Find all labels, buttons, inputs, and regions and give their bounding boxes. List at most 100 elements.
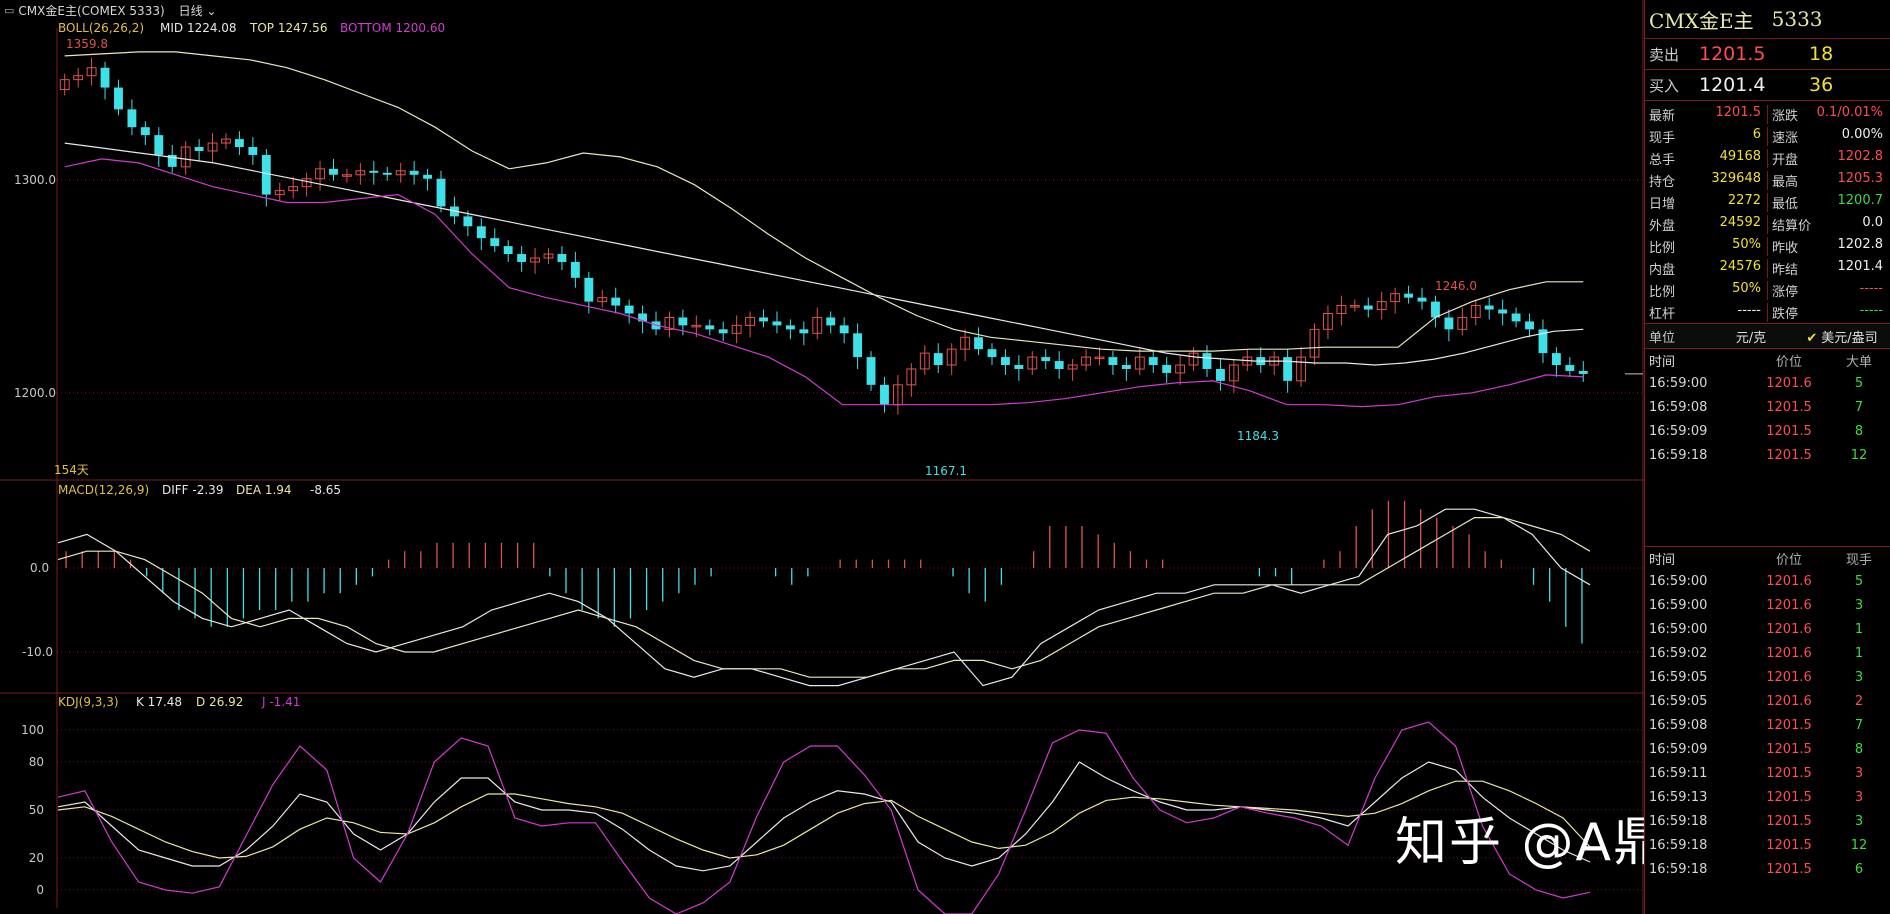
macd-dea-label: DEA 1.94 — [236, 483, 292, 497]
candle-down — [261, 154, 271, 195]
quote-stat-cell: 涨跌 0.1/0.01% — [1767, 104, 1889, 124]
candle-down — [799, 329, 809, 334]
candle-down — [1444, 317, 1454, 330]
boll-bottom-label: BOTTOM 1200.60 — [340, 21, 445, 35]
table-row[interactable]: 16:59:18 1201.5 3 — [1645, 809, 1890, 833]
row-price: 1201.5 — [1766, 447, 1812, 463]
buy-volume: 36 — [1809, 74, 1834, 96]
row-price: 1201.6 — [1766, 621, 1812, 637]
table-row[interactable]: 16:59:08 1201.5 7 — [1645, 713, 1890, 737]
stat-value: 0.00% — [1841, 126, 1883, 142]
candle-down — [463, 216, 473, 227]
candle-down — [1525, 321, 1534, 330]
macd-dea-line — [57, 516, 1591, 678]
stat-key: 杠杆 — [1649, 306, 1676, 322]
sell-volume: 18 — [1809, 43, 1834, 65]
kdj-ytick-100: 100 — [21, 723, 44, 737]
candle-down — [1216, 368, 1225, 381]
boll-label: BOLL(26,26,2) — [58, 21, 144, 35]
stat-value: 0.0 — [1862, 214, 1883, 230]
candle-down — [248, 147, 258, 155]
stat-key: 比例 — [1649, 240, 1676, 256]
row-volume: 7 — [1854, 717, 1864, 733]
candle-down — [678, 317, 688, 326]
annotation-low: 1167.1 — [925, 464, 967, 478]
macd-diff-line — [57, 508, 1591, 687]
row-price: 1201.6 — [1766, 375, 1812, 391]
candle-down — [1041, 357, 1051, 362]
candle-down — [127, 109, 137, 128]
quote-stat-cell: 总手 49168 — [1645, 149, 1767, 168]
quote-stat-row: 持仓 329648 最高 1205.3 — [1645, 169, 1890, 191]
quote-stat-cell: 跌停 ----- — [1767, 302, 1889, 322]
row-time: 16:59:18 — [1649, 813, 1708, 829]
buy-row[interactable]: 买入 1201.4 36 — [1645, 69, 1890, 100]
quote-panel: CMX金E主 5333 卖出 1201.5 18 买入 1201.4 36 最新… — [1644, 0, 1890, 914]
table-row[interactable]: 16:59:00 1201.6 1 — [1645, 617, 1890, 641]
kdj-d-label: D 26.92 — [196, 695, 243, 709]
stat-value: 50% — [1732, 280, 1761, 296]
big-orders-table: 时间 价位 大单 16:59:00 1201.6 5 16:59:08 1201.5 7 16:5… — [1645, 349, 1890, 467]
table-row[interactable]: 16:59:18 1201.5 6 — [1645, 857, 1890, 881]
quote-stat-row: 现手 6 速涨 0.00% — [1645, 125, 1890, 147]
sell-row[interactable]: 卖出 1201.5 18 — [1645, 38, 1890, 69]
candle-down — [1417, 297, 1427, 302]
quote-stat-cell: 开盘 1202.8 — [1767, 148, 1889, 168]
candle-down — [409, 170, 419, 175]
candle-down — [1054, 361, 1064, 369]
chart-canvas[interactable]: BOLL(26,26,2) MID 1224.08 TOP 1247.56 BO… — [0, 0, 1644, 914]
kdj-ytick-50: 50 — [29, 803, 44, 817]
quote-stat-cell: 外盘 24592 — [1645, 215, 1767, 234]
table-row[interactable]: 16:59:09 1201.5 8 — [1645, 419, 1890, 443]
quote-code: 5333 — [1771, 7, 1823, 31]
stat-value: 1202.8 — [1837, 148, 1884, 164]
quote-stat-cell: 最高 1205.3 — [1767, 170, 1889, 190]
table-row[interactable]: 16:59:18 1201.5 12 — [1645, 833, 1890, 857]
row-time: 16:59:18 — [1649, 861, 1708, 877]
quote-stat-row: 外盘 24592 结算价 0.0 — [1645, 213, 1890, 235]
table-row[interactable]: 16:59:00 1201.6 3 — [1645, 593, 1890, 617]
col-volume: 现手 — [1845, 552, 1872, 568]
unit-option-usd[interactable]: ✔ 美元/盎司 — [1793, 327, 1890, 346]
row-time: 16:59:08 — [1649, 717, 1708, 733]
kdj-k-label: K 17.48 — [136, 695, 182, 709]
table-row[interactable]: 16:59:09 1201.5 8 — [1645, 737, 1890, 761]
stat-key: 比例 — [1649, 284, 1676, 300]
row-volume: 8 — [1854, 423, 1864, 439]
table-row[interactable]: 16:59:11 1201.5 3 — [1645, 761, 1890, 785]
table-row[interactable]: 16:59:08 1201.5 7 — [1645, 395, 1890, 419]
quote-stat-cell: 速涨 0.00% — [1767, 126, 1889, 146]
table-row[interactable]: 16:59:13 1201.5 3 — [1645, 785, 1890, 809]
stat-key: 开盘 — [1772, 152, 1799, 168]
candle-down — [974, 337, 983, 350]
chart-area[interactable]: ▭ CMX金E主(COMEX 5333) 日线 ⌄ BOLL(26,26,2) … — [0, 0, 1827, 914]
candle-down — [772, 321, 782, 326]
stat-key: 跌停 — [1772, 306, 1799, 322]
unit-option-rmb[interactable]: 元/克 — [1709, 327, 1793, 346]
quote-stat-row: 内盘 24576 昨结 1201.4 — [1645, 257, 1890, 279]
table-row[interactable]: 16:59:18 1201.5 12 — [1645, 443, 1890, 467]
stat-key: 结算价 — [1772, 218, 1812, 234]
candle-down — [503, 246, 513, 255]
row-price: 1201.5 — [1766, 789, 1812, 805]
quote-stat-cell: 比例 50% — [1645, 281, 1767, 300]
row-time: 16:59:18 — [1649, 447, 1708, 463]
kdj-j-line — [57, 721, 1591, 914]
table-row[interactable]: 16:59:00 1201.6 5 — [1645, 569, 1890, 593]
table-row[interactable]: 16:59:05 1201.6 2 — [1645, 689, 1890, 713]
table-row[interactable]: 16:59:02 1201.6 1 — [1645, 641, 1890, 665]
candle-down — [866, 357, 876, 385]
candle-down — [853, 333, 863, 358]
stat-value: 1201.5 — [1715, 104, 1762, 120]
stat-key: 日增 — [1649, 196, 1676, 212]
row-time: 16:59:11 — [1649, 765, 1708, 781]
table-row[interactable]: 16:59:05 1201.6 3 — [1645, 665, 1890, 689]
stat-value: 329648 — [1711, 170, 1761, 186]
table-row[interactable]: 16:59:00 1201.6 5 — [1645, 371, 1890, 395]
quote-stat-cell: 最低 1200.7 — [1767, 192, 1889, 212]
row-volume: 5 — [1854, 573, 1864, 589]
stat-key: 速涨 — [1772, 130, 1799, 146]
row-price: 1201.6 — [1766, 573, 1812, 589]
stat-value: 2272 — [1727, 192, 1761, 208]
candle-down — [1551, 353, 1561, 366]
